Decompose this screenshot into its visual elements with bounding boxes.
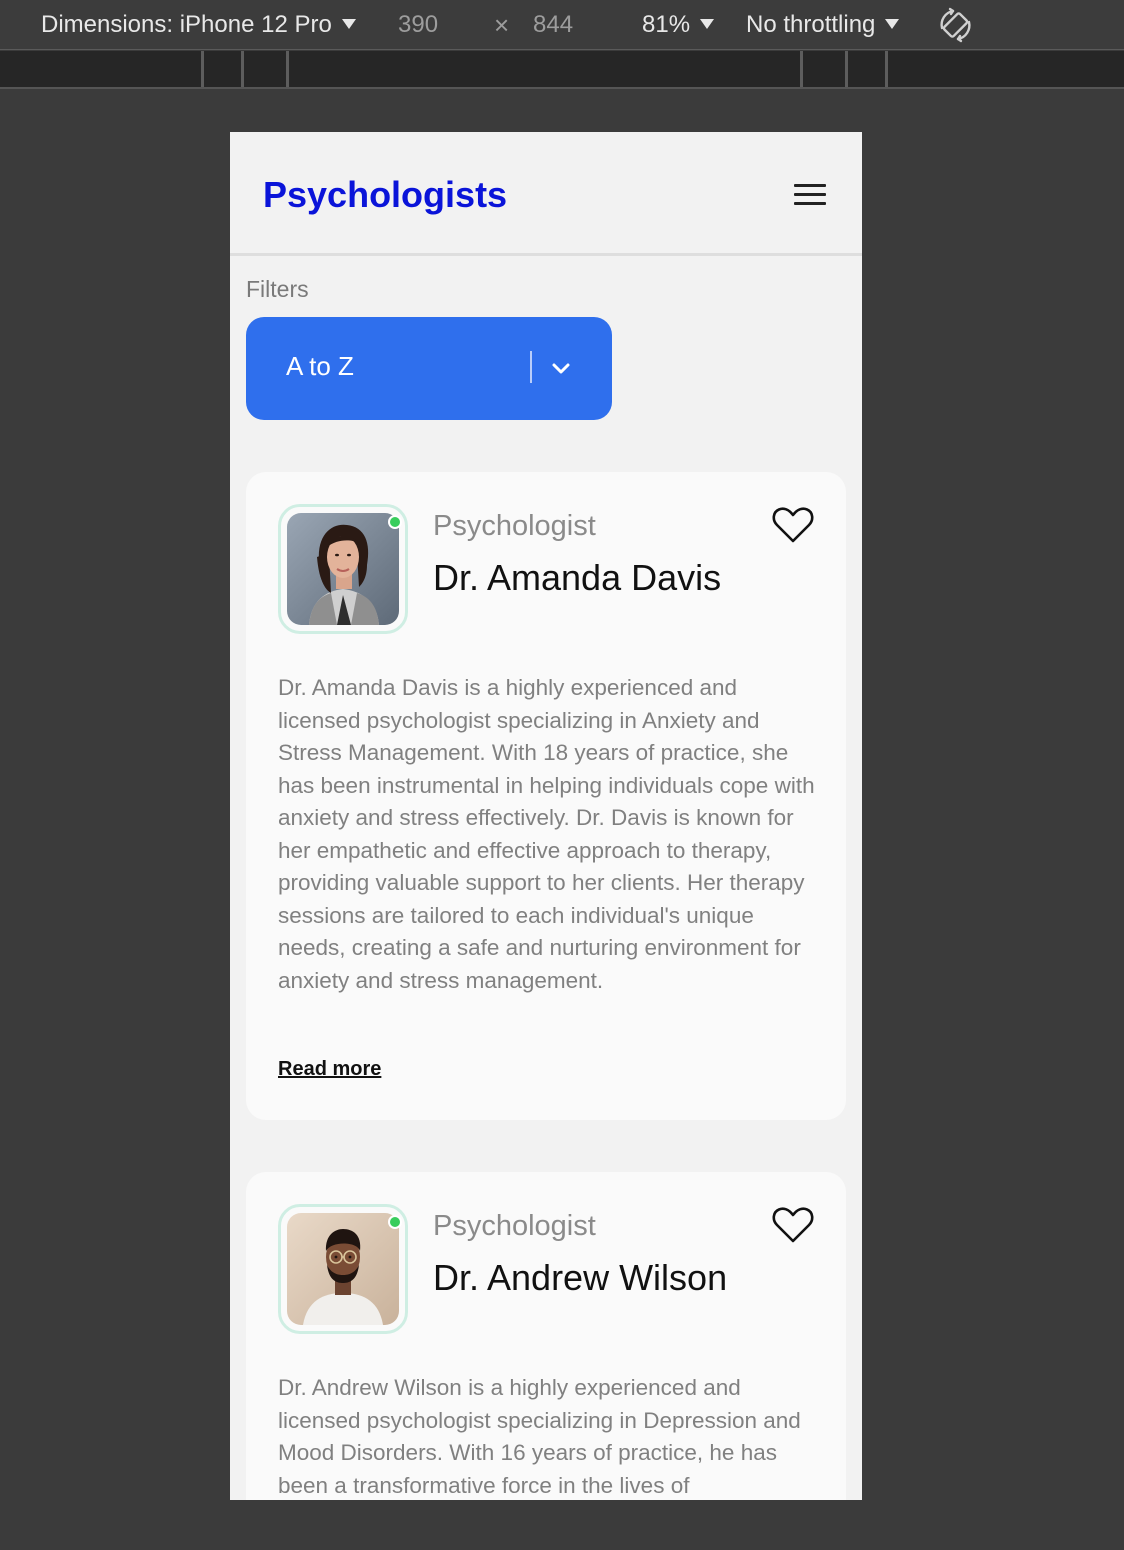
app-header: Psychologists [230, 132, 862, 256]
chevron-down-icon [552, 363, 570, 374]
ruler-tick [845, 51, 848, 87]
media-query-bar [0, 51, 1124, 89]
device-dimensions-label: Dimensions: iPhone 12 Pro [41, 11, 332, 38]
select-divider [530, 351, 532, 383]
zoom-dropdown[interactable]: 81% [642, 10, 715, 40]
psychologist-role: Psychologist [433, 1210, 596, 1242]
hamburger-menu-icon[interactable] [794, 184, 826, 206]
ruler-tick [201, 51, 204, 87]
ruler-tick [885, 51, 888, 87]
sort-filter-select[interactable]: A to Z [246, 317, 612, 420]
psychologist-bio: Dr. Amanda Davis is a highly experienced… [278, 675, 815, 993]
sort-filter-value: A to Z [286, 351, 354, 381]
caret-down-icon [885, 18, 900, 29]
rotate-device-icon[interactable] [936, 6, 976, 44]
avatar [287, 1213, 399, 1325]
online-status-indicator [388, 1215, 402, 1229]
favorite-heart-icon[interactable] [772, 506, 814, 544]
psychologist-bio: Dr. Andrew Wilson is a highly experience… [278, 1375, 801, 1498]
avatar [287, 513, 399, 625]
zoom-label: 81% [642, 11, 691, 38]
favorite-heart-icon[interactable] [772, 1206, 814, 1244]
viewport-height-input[interactable]: 844 [533, 10, 573, 40]
device-viewport: Psychologists Filters A to Z Psychologis… [230, 132, 862, 1500]
avatar-frame [278, 504, 408, 634]
throttling-label: No throttling [746, 11, 876, 38]
psychologist-card: Psychologist Dr. Andrew Wilson Dr. Andre… [246, 1172, 846, 1500]
avatar-frame [278, 1204, 408, 1334]
device-dimensions-dropdown[interactable]: Dimensions: iPhone 12 Pro [41, 10, 356, 40]
online-status-indicator [388, 515, 402, 529]
psychologist-card: Psychologist Dr. Amanda Davis Dr. Amanda… [246, 472, 846, 1120]
app-title[interactable]: Psychologists [263, 174, 507, 216]
psychologist-name: Dr. Andrew Wilson [433, 1257, 728, 1298]
caret-down-icon [700, 18, 715, 29]
viewport-width-input[interactable]: 390 [398, 10, 438, 40]
ruler-tick [800, 51, 803, 87]
throttling-dropdown[interactable]: No throttling [746, 10, 900, 40]
caret-down-icon [341, 18, 356, 29]
psychologist-role: Psychologist [433, 510, 596, 542]
devtools-toolbar: Dimensions: iPhone 12 Pro 390 × 844 81% … [0, 0, 1124, 50]
times-icon: × [494, 10, 510, 40]
ruler-tick [241, 51, 244, 87]
ruler-tick [286, 51, 289, 87]
psychologist-name: Dr. Amanda Davis [433, 557, 722, 598]
filters-label: Filters [246, 276, 309, 302]
read-more-link[interactable]: Read more [278, 1058, 381, 1081]
